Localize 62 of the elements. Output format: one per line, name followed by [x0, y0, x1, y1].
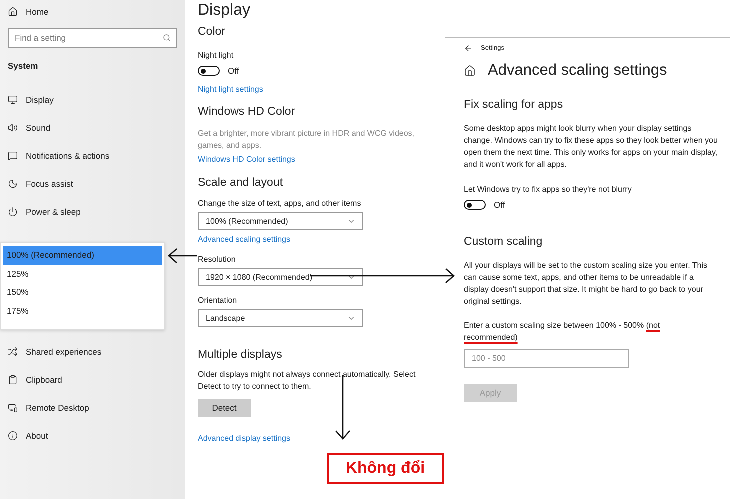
description: Some desktop apps might look blurry when your display settings change. Windows can try to fix these apps so they look better when you open them the next time. This only works for apps on your main display, and it won't work for all apps. — [464, 123, 718, 171]
detect-button[interactable]: Detect — [198, 399, 251, 417]
info-icon — [8, 431, 18, 441]
sidebar-item[interactable]: Power & sleep — [26, 207, 81, 217]
toggle-state: Off — [494, 200, 506, 210]
page-title: Display — [198, 2, 252, 20]
settings-link[interactable]: Night light settings — [198, 85, 264, 94]
clipboard-icon — [8, 375, 18, 385]
setting-label: Night light — [198, 50, 234, 62]
crossed-arrows-icon — [8, 347, 18, 357]
sidebar-item[interactable]: Shared experiences — [26, 347, 102, 357]
sidebar-item[interactable]: Display — [26, 95, 54, 105]
annotation-label: Không đổi — [327, 453, 444, 484]
dropdown-option[interactable]: 175% — [3, 302, 162, 320]
toggle-state: Off — [228, 66, 240, 76]
settings-link[interactable]: Windows HD Color settings — [198, 155, 296, 164]
dropdown-option[interactable]: 125% — [3, 264, 162, 283]
section-heading: Scale and layout — [198, 177, 284, 189]
devices-icon — [8, 403, 18, 413]
description: Get a brighter, more vibrant picture in HDR and WCG videos, games, and apps. — [198, 128, 416, 152]
search-field[interactable]: Find a setting — [8, 28, 177, 48]
sidebar-item[interactable]: Remote Desktop — [26, 403, 90, 413]
sidebar-item[interactable]: Focus assist — [26, 179, 74, 189]
search-icon — [163, 34, 171, 42]
setting-label: Resolution — [198, 254, 236, 266]
settings-link[interactable]: Advanced scaling settings — [198, 235, 290, 244]
sidebar-item[interactable]: Clipboard — [26, 375, 62, 385]
home-link[interactable]: Home — [26, 7, 49, 17]
home-icon — [464, 65, 476, 77]
dropdown[interactable]: Landscape — [198, 309, 363, 327]
sidebar-item[interactable]: About — [26, 431, 48, 441]
power-icon — [8, 207, 18, 217]
setting-label: Orientation — [198, 295, 238, 307]
moon-icon — [8, 179, 18, 189]
description: Older displays might not always connect automatically. Select Detect to try to connect to them. — [198, 369, 417, 393]
setting-label: Let Windows try to fix apps so they're not blurry — [464, 184, 632, 196]
back-icon[interactable] — [464, 44, 473, 52]
page-title: Advanced scaling settings — [488, 62, 668, 80]
setting-label: Change the size of text, apps, and other items — [198, 198, 362, 210]
settings-link[interactable]: Advanced display settings — [198, 434, 290, 443]
setting-label: Enter a custom scaling size between 100% - 500% (not recommended) — [464, 320, 662, 344]
sidebar-item[interactable]: Notifications & actions — [26, 151, 110, 161]
dropdown-option[interactable]: 100% (Recommended) — [3, 246, 162, 264]
section-title: System — [8, 61, 38, 71]
section-heading: Fix scaling for apps — [464, 99, 564, 111]
section-heading: Custom scaling — [464, 236, 544, 248]
dropdown-option[interactable]: 150% — [3, 283, 162, 302]
dropdown[interactable]: 1920 × 1080 (Recommended) — [198, 268, 363, 286]
arrow-annotation — [168, 248, 198, 264]
description: All your displays will be set to the custom scaling size you enter. This can cause some text, apps, and other items to be unreadable if a display doesn't support that size. It might be hard to go back to your original settings. — [464, 260, 709, 308]
section-heading: Color — [198, 26, 226, 38]
section-heading: Windows HD Color — [198, 106, 296, 118]
message-icon — [8, 151, 18, 161]
monitor-icon — [8, 95, 18, 105]
section-heading: Multiple displays — [198, 349, 284, 361]
home-icon — [8, 7, 18, 17]
input-field[interactable]: 100 - 500 — [464, 349, 629, 368]
toggle-switch[interactable] — [198, 66, 220, 76]
speaker-icon — [8, 123, 18, 133]
dropdown[interactable]: 100% (Recommended) — [198, 212, 363, 230]
toggle-switch[interactable] — [464, 200, 486, 210]
sidebar-item[interactable]: Sound — [26, 123, 51, 133]
